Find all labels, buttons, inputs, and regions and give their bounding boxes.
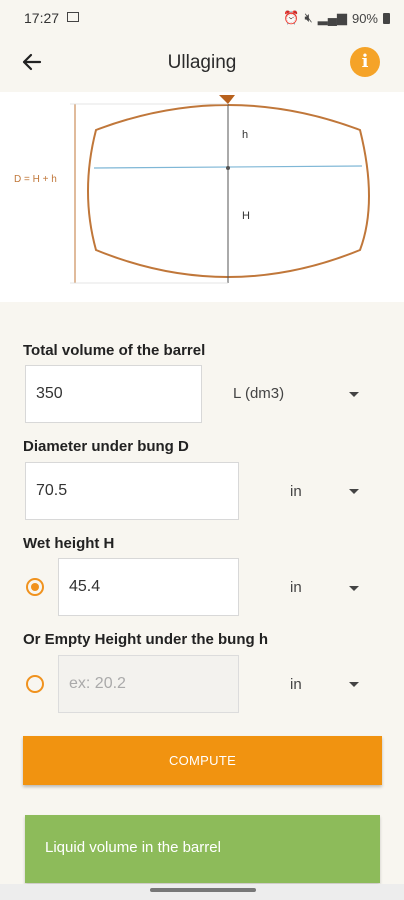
compute-button[interactable]: COMPUTE bbox=[23, 736, 382, 785]
page-title: Ullaging bbox=[167, 52, 237, 73]
battery-icon bbox=[383, 12, 390, 24]
status-time: 17:27 bbox=[24, 10, 60, 26]
empty-height-unit-select[interactable]: in bbox=[290, 676, 302, 693]
volume-label: Total volume of the barrel bbox=[23, 342, 206, 359]
diameter-unit-dropdown-icon[interactable] bbox=[349, 489, 359, 494]
bung-marker-icon bbox=[219, 95, 235, 104]
info-icon[interactable]: i bbox=[350, 47, 380, 77]
result-label: Liquid volume in the barrel bbox=[45, 839, 221, 856]
h-label: h bbox=[242, 129, 248, 141]
signal-icon: ▂▄▆ bbox=[317, 10, 347, 25]
diameter-field-label: Diameter under bung D bbox=[23, 438, 189, 455]
wet-height-unit-select[interactable]: in bbox=[290, 579, 302, 596]
barrel-diagram: D = H + h h H bbox=[0, 92, 404, 302]
system-nav-bar bbox=[0, 884, 404, 900]
home-gesture-handle[interactable] bbox=[150, 888, 256, 892]
empty-height-radio[interactable] bbox=[26, 675, 44, 693]
battery-text: 90% bbox=[351, 10, 378, 26]
volume-unit-dropdown-icon[interactable] bbox=[349, 392, 359, 397]
level-dot bbox=[226, 166, 230, 170]
wet-height-input[interactable]: 45.4 bbox=[58, 558, 239, 616]
status-icons: ⏰ 🔇︎ ▂▄▆ 90% bbox=[283, 10, 390, 26]
barrel-diagram-svg: D = H + h h H bbox=[14, 95, 370, 284]
mute-icon: 🔇︎ bbox=[304, 10, 313, 25]
wet-height-unit-dropdown-icon[interactable] bbox=[349, 586, 359, 591]
empty-height-unit-dropdown-icon[interactable] bbox=[349, 682, 359, 687]
status-bar: 17:27 ⏰ 🔇︎ ▂▄▆ 90% bbox=[0, 0, 404, 36]
volume-input[interactable]: 350 bbox=[25, 365, 202, 423]
wet-height-label: Wet height H bbox=[23, 535, 115, 552]
result-panel: Liquid volume in the barrel bbox=[25, 815, 380, 883]
empty-height-label: Or Empty Height under the bung h bbox=[23, 631, 268, 648]
diameter-label: D = H + h bbox=[14, 174, 57, 185]
gallery-notification-icon bbox=[67, 12, 79, 22]
diameter-input[interactable]: 70.5 bbox=[25, 462, 239, 520]
diameter-unit-select[interactable]: in bbox=[290, 483, 302, 500]
empty-height-input[interactable]: ex: 20.2 bbox=[58, 655, 239, 713]
wet-height-radio[interactable] bbox=[26, 578, 44, 596]
volume-unit-select[interactable]: L (dm3) bbox=[233, 385, 284, 402]
H-label: H bbox=[242, 210, 250, 222]
alarm-icon: ⏰ bbox=[283, 10, 300, 25]
app-bar: Ullaging i bbox=[0, 36, 404, 90]
